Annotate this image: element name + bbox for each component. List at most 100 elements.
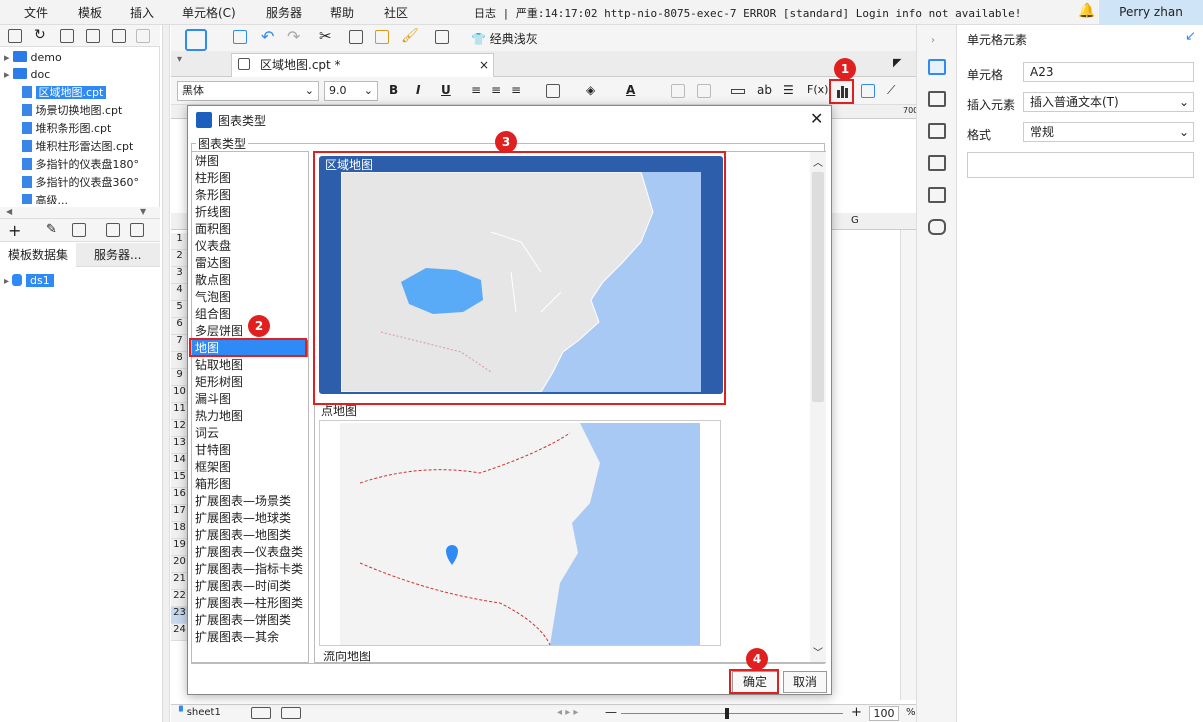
chart-type-item[interactable]: 矩形树图: [195, 374, 243, 391]
row-number[interactable]: 9: [171, 369, 188, 386]
zoom-out-button[interactable]: —: [605, 705, 617, 719]
tree-item-more[interactable]: 高级...: [22, 192, 68, 204]
row-number[interactable]: 20: [171, 556, 188, 573]
user-name[interactable]: Perry zhan: [1099, 0, 1203, 25]
template-icon[interactable]: [185, 29, 207, 51]
scroll-thumb[interactable]: [812, 172, 824, 402]
close-icon[interactable]: ✕: [810, 109, 823, 128]
chart-type-item[interactable]: 组合图: [195, 306, 231, 323]
row-number[interactable]: 15: [171, 471, 188, 488]
menu-template[interactable]: 模板: [78, 4, 102, 21]
row-number[interactable]: 17: [171, 505, 188, 522]
save-icon[interactable]: [233, 30, 247, 44]
tree-item-demo[interactable]: ▸ demo: [4, 49, 62, 67]
sheet-scrollbar[interactable]: [900, 230, 916, 700]
cancel-button[interactable]: 取消: [783, 671, 827, 693]
tab-server-dataset[interactable]: 服务器...: [86, 243, 149, 267]
zoom-slider[interactable]: [621, 713, 843, 714]
cell-element-icon[interactable]: [731, 89, 745, 94]
chart-type-item[interactable]: 箱形图: [195, 476, 231, 493]
chart-type-item[interactable]: 甘特图: [195, 442, 231, 459]
link-icon[interactable]: [928, 219, 946, 235]
import-icon[interactable]: [435, 30, 449, 44]
row-number[interactable]: 14: [171, 454, 188, 471]
chart-type-item[interactable]: 条形图: [195, 187, 231, 204]
pin-icon[interactable]: ↙: [1185, 29, 1196, 44]
preview-point-map[interactable]: [319, 420, 721, 646]
condition-icon[interactable]: [928, 155, 946, 171]
chart-type-item[interactable]: 扩展图表—其余: [195, 629, 279, 646]
redo-icon[interactable]: ↷: [287, 27, 300, 46]
underline-button[interactable]: U: [441, 83, 451, 97]
tree-item-gauge-180[interactable]: 多指针的仪表盘180°: [22, 156, 139, 174]
hyperlink-icon[interactable]: [928, 187, 946, 203]
chart-type-item[interactable]: 扩展图表—柱形图类: [195, 595, 303, 612]
panel-splitter[interactable]: [162, 25, 170, 722]
row-number[interactable]: 13: [171, 437, 188, 454]
preview-scrollbar[interactable]: ︿ ﹀: [810, 152, 826, 662]
add-form-icon[interactable]: [281, 707, 301, 719]
justify-icon[interactable]: ☰: [783, 83, 794, 97]
row-number[interactable]: 16: [171, 488, 188, 505]
menu-file[interactable]: 文件: [24, 4, 48, 21]
menu-server[interactable]: 服务器: [266, 4, 302, 21]
insert-element-select[interactable]: 插入普通文本(T) ⌄: [1023, 92, 1194, 112]
align-center-icon[interactable]: ≡: [491, 83, 501, 97]
tab-region-map-file[interactable]: 区域地图.cpt * ×: [231, 53, 494, 77]
chart-type-item[interactable]: 折线图: [195, 204, 231, 221]
chart-type-item[interactable]: 热力地图: [195, 408, 243, 425]
format-detail-field[interactable]: [967, 152, 1194, 178]
row-number[interactable]: 3: [171, 267, 188, 284]
row-number[interactable]: 18: [171, 522, 188, 539]
theme-button[interactable]: 👕 经典浅灰: [471, 30, 538, 47]
chart-type-item[interactable]: 框架图: [195, 459, 231, 476]
text-wrap-button[interactable]: ab: [757, 83, 772, 97]
tab-template-dataset[interactable]: 模板数据集: [0, 243, 77, 267]
row-number[interactable]: 7: [171, 335, 188, 352]
add-dataset-icon[interactable]: +: [8, 221, 21, 240]
zoom-handle[interactable]: [725, 708, 729, 719]
row-number[interactable]: 24: [171, 624, 188, 641]
row-number[interactable]: 5: [171, 301, 188, 318]
zoom-in-button[interactable]: +: [851, 705, 862, 720]
format-select[interactable]: 常规 ⌄: [1023, 122, 1194, 142]
chart-type-item[interactable]: 词云: [195, 425, 219, 442]
tree-item-scene-map[interactable]: 场景切换地图.cpt: [22, 102, 122, 120]
tree-item-stacked-bar[interactable]: 堆积条形图.cpt: [22, 120, 111, 138]
chart-type-item[interactable]: 漏斗图: [195, 391, 231, 408]
preview-dataset-icon[interactable]: [106, 223, 120, 237]
chevron-right-icon[interactable]: ›: [931, 35, 935, 46]
row-number[interactable]: 1: [171, 233, 188, 250]
log-message[interactable]: 日志 | 严重:14:17:02 http-nio-8075-exec-7 ER…: [474, 5, 1021, 21]
undo-icon[interactable]: ↶: [261, 27, 274, 46]
delete-dataset-icon[interactable]: [72, 223, 86, 237]
cut-icon[interactable]: ✂: [319, 27, 332, 45]
collapse-arrow-icon[interactable]: ▾: [177, 54, 182, 65]
unmerge-icon[interactable]: [697, 84, 711, 98]
cell-input[interactable]: A23: [1023, 62, 1194, 82]
chart-type-item[interactable]: 饼图: [195, 153, 219, 170]
tree-item-doc[interactable]: ▸ doc: [4, 66, 50, 84]
refresh-icon[interactable]: ↻: [34, 27, 46, 43]
nav-arrows[interactable]: ◂ ▸ ▸: [557, 707, 578, 718]
close-tab-icon[interactable]: ×: [479, 54, 489, 76]
row-number[interactable]: 8: [171, 352, 188, 369]
row-number[interactable]: 19: [171, 539, 188, 556]
row-number[interactable]: 21: [171, 573, 188, 590]
tree-item-gauge-360[interactable]: 多指针的仪表盘360°: [22, 174, 139, 192]
expand-icon[interactable]: ◤: [893, 56, 901, 69]
row-number[interactable]: 22: [171, 590, 188, 607]
insert-image-icon[interactable]: [861, 84, 875, 98]
italic-button[interactable]: I: [416, 83, 420, 97]
bell-icon[interactable]: 🔔: [1078, 3, 1095, 19]
chart-type-item[interactable]: 仪表盘: [195, 238, 231, 255]
add-sheet-icon[interactable]: [251, 707, 271, 719]
chart-type-item[interactable]: 扩展图表—场景类: [195, 493, 291, 510]
chart-type-item[interactable]: 扩展图表—时间类: [195, 578, 291, 595]
chart-type-item[interactable]: 扩展图表—仪表盘类: [195, 544, 303, 561]
sheet-tab[interactable]: ▘sheet1: [179, 707, 221, 718]
row-number[interactable]: 6: [171, 318, 188, 335]
chart-type-item[interactable]: 扩展图表—地图类: [195, 527, 291, 544]
chart-type-item[interactable]: 雷达图: [195, 255, 231, 272]
zoom-input[interactable]: 100: [869, 706, 899, 721]
